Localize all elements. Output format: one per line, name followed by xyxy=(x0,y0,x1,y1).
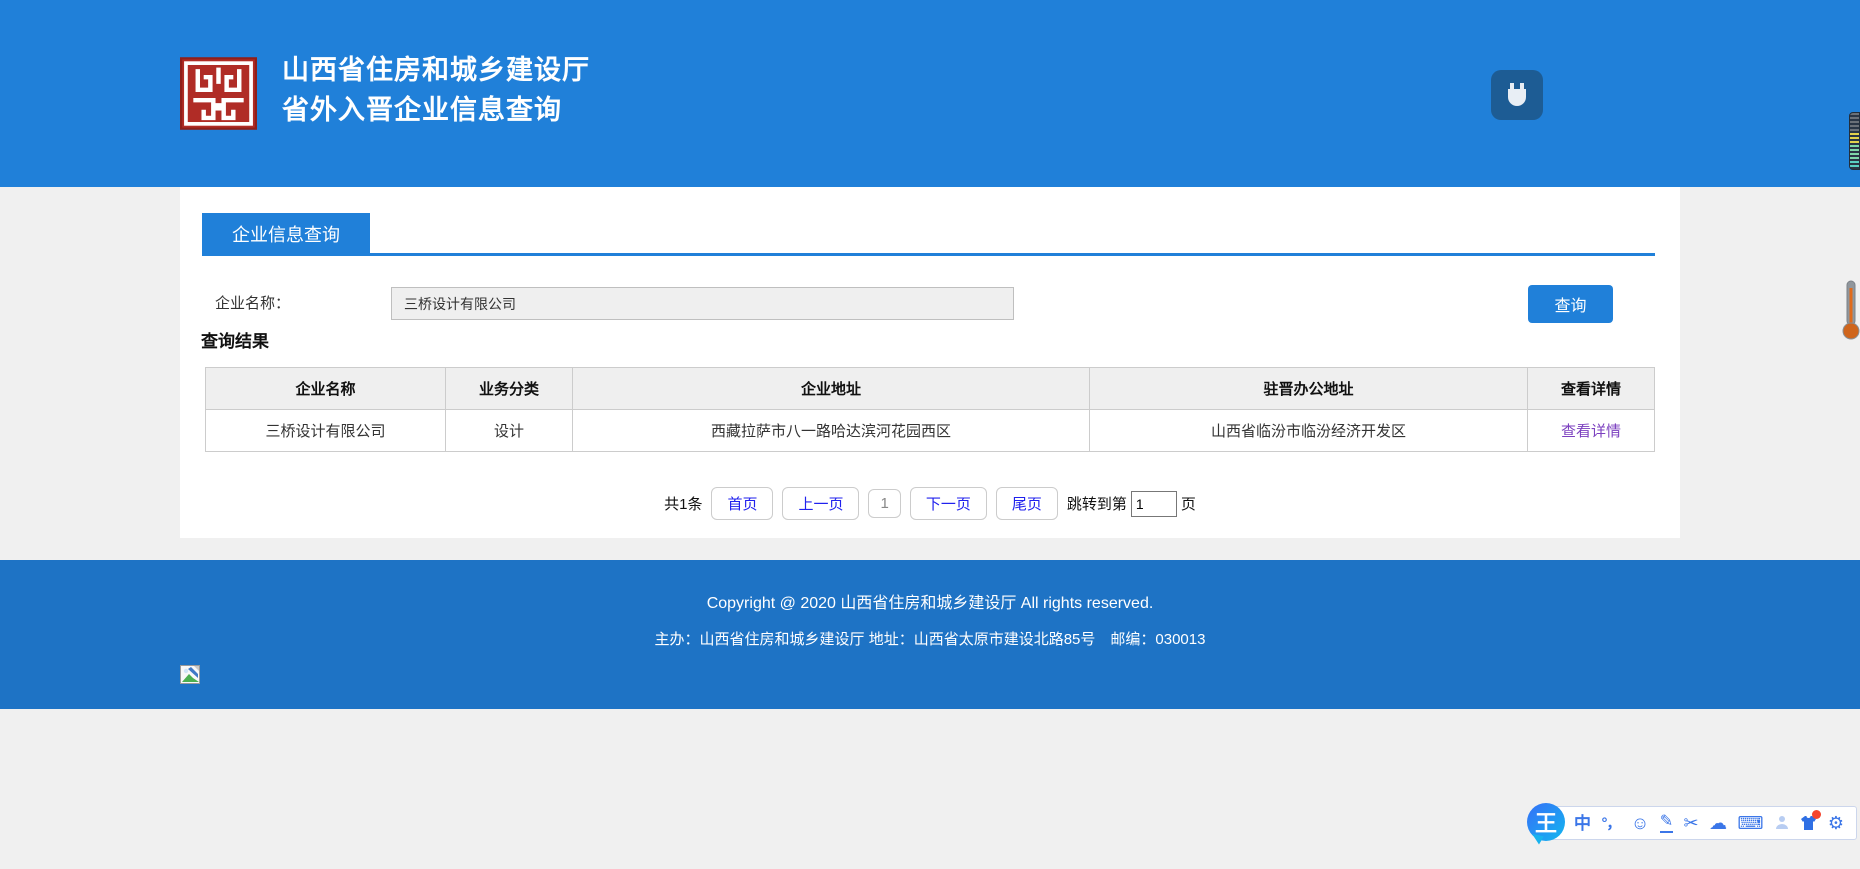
page: 山西省住房和城乡建设厅 省外入晋企业信息查询 企业信息查询 企业名称： 查询 查… xyxy=(0,0,1860,869)
ime-punctuation-icon[interactable]: °， xyxy=(1601,816,1620,831)
table-header-row: 企业名称 业务分类 企业地址 驻晋办公地址 查看详情 xyxy=(206,368,1655,410)
tab-label: 企业信息查询 xyxy=(232,221,340,247)
ime-toolbar: 中 °， ☺ ✎ ✂ ☁ ⌨ ⚙ xyxy=(1545,806,1857,840)
view-details-link[interactable]: 查看详情 xyxy=(1561,423,1621,440)
ime-language-mode-icon[interactable]: 中 xyxy=(1574,815,1591,832)
ime-logo-icon[interactable]: 王 xyxy=(1527,803,1565,841)
ime-emoji-icon[interactable]: ☺ xyxy=(1631,814,1649,832)
pagination-next-button[interactable]: 下一页 xyxy=(910,487,987,520)
results-table: 企业名称 业务分类 企业地址 驻晋办公地址 查看详情 三桥设计有限公司 设计 西… xyxy=(205,367,1655,452)
header-plug-button[interactable] xyxy=(1491,70,1543,120)
pagination-jump-suffix: 页 xyxy=(1181,493,1196,514)
col-shanxi-office-address: 驻晋办公地址 xyxy=(1090,368,1528,410)
cell-enterprise-address: 西藏拉萨市八一路哈达滨河花园西区 xyxy=(573,410,1090,452)
col-enterprise-name: 企业名称 xyxy=(206,368,446,410)
cell-enterprise-name: 三桥设计有限公司 xyxy=(206,410,446,452)
site-title-line1: 山西省住房和城乡建设厅 xyxy=(282,50,590,90)
pagination-jump-prefix: 跳转到第 xyxy=(1067,493,1127,514)
main-content-card: 企业信息查询 企业名称： 查询 查询结果 企业名称 业务分类 企业地址 驻晋办公… xyxy=(180,187,1680,538)
ime-logo-glyph: 王 xyxy=(1535,806,1557,838)
pagination-jump-group: 跳转到第 页 xyxy=(1067,491,1196,517)
pagination-total: 共1条 xyxy=(664,493,702,514)
site-title-line2: 省外入晋企业信息查询 xyxy=(282,90,590,130)
ime-handwriting-icon[interactable]: ✎ xyxy=(1660,814,1673,833)
ime-settings-icon[interactable]: ⚙ xyxy=(1828,814,1844,832)
ime-keyboard-icon[interactable]: ⌨ xyxy=(1738,814,1764,832)
pagination-jump-input[interactable] xyxy=(1131,491,1177,517)
site-footer: Copyright @ 2020 山西省住房和城乡建设厅 All rights … xyxy=(0,560,1860,709)
footer-address: 主办：山西省住房和城乡建设厅 地址：山西省太原市建设北路85号 邮编：03001… xyxy=(0,628,1860,649)
col-business-category: 业务分类 xyxy=(446,368,573,410)
pagination: 共1条 首页 上一页 1 下一页 尾页 跳转到第 页 xyxy=(180,487,1680,520)
agency-logo-icon xyxy=(180,57,257,130)
col-enterprise-address: 企业地址 xyxy=(573,368,1090,410)
ime-skin-icon[interactable] xyxy=(1800,815,1817,831)
site-header: 山西省住房和城乡建设厅 省外入晋企业信息查询 xyxy=(0,0,1860,187)
pagination-current-page: 1 xyxy=(868,489,900,518)
ime-account-icon[interactable] xyxy=(1774,814,1790,833)
plug-icon xyxy=(1504,81,1530,109)
pagination-prev-button[interactable]: 上一页 xyxy=(782,487,859,520)
enterprise-name-input[interactable] xyxy=(391,287,1014,320)
enterprise-name-label: 企业名称： xyxy=(215,287,290,320)
cell-shanxi-office-address: 山西省临汾市临汾经济开发区 xyxy=(1090,410,1528,452)
ime-scissors-icon[interactable]: ✂ xyxy=(1684,814,1699,832)
ime-cloud-icon[interactable]: ☁ xyxy=(1709,814,1727,832)
query-button[interactable]: 查询 xyxy=(1528,285,1613,323)
scrollbar-minimap-widget[interactable] xyxy=(1849,112,1860,170)
broken-image-icon xyxy=(180,665,200,684)
footer-copyright: Copyright @ 2020 山西省住房和城乡建设厅 All rights … xyxy=(0,589,1860,613)
pagination-first-button[interactable]: 首页 xyxy=(711,487,773,520)
cell-business-category: 设计 xyxy=(446,410,573,452)
notification-dot xyxy=(1812,810,1821,819)
tab-underline xyxy=(202,253,1655,256)
tab-enterprise-info-query[interactable]: 企业信息查询 xyxy=(202,213,370,254)
thermometer-icon[interactable] xyxy=(1842,280,1860,340)
table-row: 三桥设计有限公司 设计 西藏拉萨市八一路哈达滨河花园西区 山西省临汾市临汾经济开… xyxy=(206,410,1655,452)
results-heading: 查询结果 xyxy=(201,327,269,352)
col-view-details: 查看详情 xyxy=(1528,368,1655,410)
pagination-last-button[interactable]: 尾页 xyxy=(996,487,1058,520)
site-title: 山西省住房和城乡建设厅 省外入晋企业信息查询 xyxy=(282,50,590,130)
